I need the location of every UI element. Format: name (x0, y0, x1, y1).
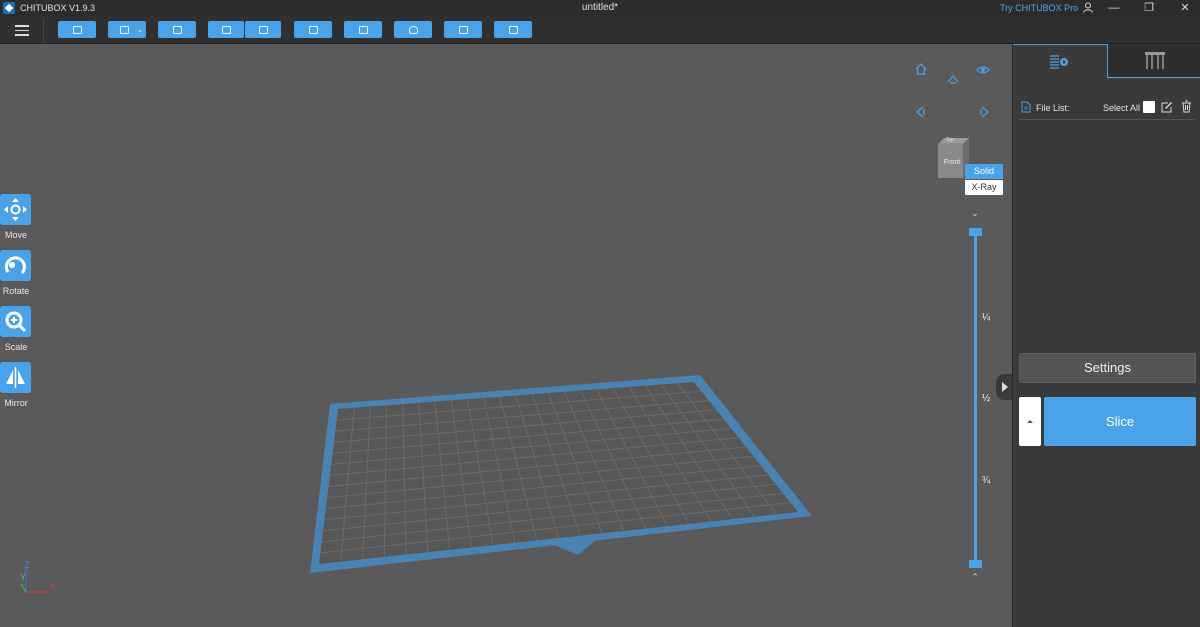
import-icon (221, 25, 231, 34)
trash-icon[interactable] (1181, 100, 1192, 113)
restore-button[interactable]: ❐ (1142, 1, 1156, 15)
arrange-button[interactable] (344, 21, 382, 38)
eye-icon[interactable] (976, 64, 990, 76)
mirror-tool[interactable]: Mirror (0, 362, 32, 418)
edit-icon[interactable] (1161, 101, 1173, 113)
right-panel: File List: Select All Settings Slice (1012, 44, 1200, 627)
auto-layout-button[interactable] (158, 21, 196, 38)
slider-up-chevron-icon[interactable]: ⌃ (969, 572, 981, 583)
menu-icon[interactable] (15, 25, 29, 36)
file-list-divider (1019, 119, 1195, 120)
slice-button[interactable]: Slice (1044, 397, 1196, 446)
file-list-label: File List: (1036, 103, 1070, 113)
layout-icon (172, 25, 182, 34)
print-settings-button[interactable] (294, 21, 332, 38)
layer-slider-top-handle[interactable] (969, 228, 982, 236)
chevron-down-icon: ⌄ (137, 27, 143, 34)
import-button[interactable] (208, 21, 244, 38)
panel-collapse-tab[interactable] (996, 374, 1012, 400)
slider-half-mark: ½ (981, 393, 991, 404)
hierarchy-icon (358, 25, 368, 34)
export-icon (258, 25, 268, 34)
save-button[interactable]: ⌄ (108, 21, 146, 38)
folder-icon (72, 25, 82, 34)
close-button[interactable]: ✕ (1178, 1, 1192, 15)
main-toolbar: ⌄ (0, 16, 1200, 44)
box-icon (508, 25, 518, 34)
rotate-up-icon[interactable] (946, 74, 960, 84)
open-file-button[interactable] (58, 21, 96, 38)
save-icon (120, 25, 129, 34)
view-cube-top-label: Top (946, 137, 955, 143)
build-plate (310, 375, 812, 573)
slider-quarter-mark: ¼ (981, 312, 991, 323)
layer-slider-track[interactable] (974, 231, 977, 565)
support-button[interactable] (394, 21, 432, 38)
y-axis-label: Y (20, 572, 27, 582)
x-axis-label: X (50, 582, 57, 592)
scale-tool[interactable]: Scale (0, 306, 32, 362)
xray-view-button[interactable]: X-Ray (965, 180, 1003, 195)
hollow-button[interactable] (444, 21, 482, 38)
title-bar: CHITUBOX V1.9.3 untitled* Try CHITUBOX P… (0, 0, 1200, 16)
rotate-tool[interactable]: Rotate (0, 250, 32, 306)
move-tool[interactable]: Move (0, 194, 32, 250)
scale-label: Scale (4, 342, 28, 352)
slider-down-chevron-icon[interactable]: ⌄ (969, 208, 981, 219)
mirror-icon (0, 362, 31, 393)
select-all-checkbox[interactable] (1143, 101, 1155, 113)
solid-view-button[interactable]: Solid (965, 164, 1003, 179)
move-label: Move (4, 230, 27, 240)
export-button[interactable] (245, 21, 281, 38)
move-icon (0, 194, 31, 225)
rotate-right-icon[interactable] (980, 105, 990, 119)
drain-hole-button[interactable] (494, 21, 532, 38)
slice-options-expand-button[interactable] (1019, 397, 1041, 446)
list-settings-icon (1050, 55, 1068, 69)
z-axis-label: Z (24, 560, 30, 570)
tab-supports[interactable] (1108, 44, 1200, 78)
hollow-icon (458, 25, 468, 34)
view-cube-front-label: Front (943, 159, 961, 166)
minimize-button[interactable]: — (1107, 1, 1121, 15)
chitubox-logo-icon (3, 2, 15, 14)
rotate-left-icon[interactable] (915, 105, 925, 119)
rotate-icon (0, 250, 31, 281)
try-pro-link[interactable]: Try CHITUBOX Pro (1000, 3, 1078, 13)
select-all-label: Select All (1103, 103, 1141, 113)
document-title: untitled* (581, 2, 619, 13)
document-icon (308, 25, 318, 34)
app-title: CHITUBOX V1.9.3 (20, 3, 96, 13)
file-icon (1021, 101, 1031, 113)
toolbar-divider (43, 18, 44, 42)
home-view-icon[interactable] (914, 62, 928, 76)
tab-file-list[interactable] (1013, 44, 1108, 78)
drop-icon (408, 25, 418, 34)
scale-icon (0, 306, 31, 337)
support-structure-icon (1145, 52, 1165, 69)
file-list-header: File List: Select All (1019, 100, 1195, 116)
slider-three-quarter-mark: ¾ (981, 475, 991, 486)
3d-viewport[interactable]: Move Rotate Scale Mirror Top Front Solid… (0, 44, 1012, 627)
rotate-label: Rotate (2, 286, 30, 296)
user-icon[interactable] (1083, 2, 1093, 13)
settings-button[interactable]: Settings (1019, 353, 1196, 383)
layer-slider-bottom-handle[interactable] (969, 560, 982, 568)
mirror-label: Mirror (4, 398, 28, 408)
